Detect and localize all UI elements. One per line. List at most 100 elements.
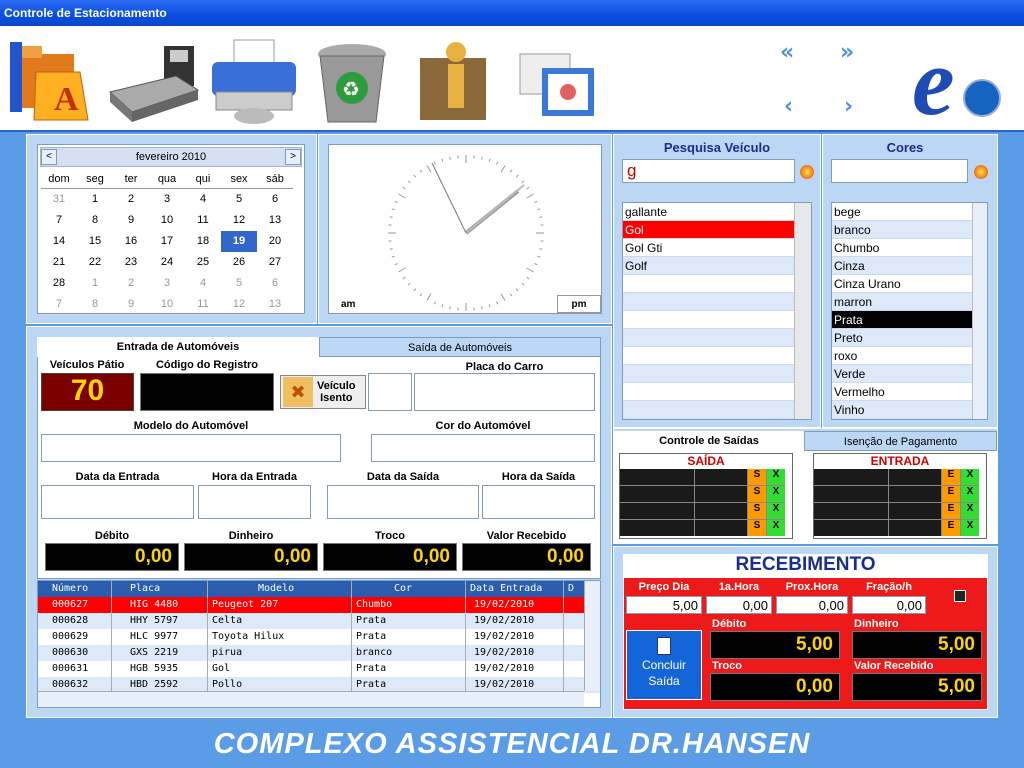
status-letter[interactable]: S xyxy=(748,520,766,536)
table-row[interactable]: 000630 GXS 2219 pirua branco 19/02/2010 xyxy=(38,645,600,661)
preco-dia-field[interactable]: 5,00 xyxy=(626,596,702,614)
colors-go-icon[interactable] xyxy=(974,165,988,179)
first-record-icon[interactable]: « xyxy=(780,42,794,64)
prox-hora-field[interactable]: 0,00 xyxy=(776,596,848,614)
calendar-day[interactable]: 15 xyxy=(77,231,113,252)
prev-record-icon[interactable]: ‹ xyxy=(784,96,793,118)
calendar-prev-button[interactable]: < xyxy=(41,149,57,165)
calendar-day[interactable]: 27 xyxy=(257,252,293,273)
list-item[interactable]: Prata xyxy=(832,311,987,329)
rec-dinheiro-field[interactable]: 5,00 xyxy=(852,631,982,659)
calendar-day[interactable]: 12 xyxy=(221,210,257,231)
list-item[interactable]: Preto xyxy=(832,329,987,347)
list-item[interactable]: Verde xyxy=(832,365,987,383)
data-saida-field[interactable] xyxy=(327,485,479,519)
list-item[interactable] xyxy=(623,275,811,293)
hora1-field[interactable]: 0,00 xyxy=(706,596,772,614)
calendar-day[interactable]: 25 xyxy=(185,252,221,273)
calendar-day[interactable]: 1 xyxy=(77,189,113,210)
calendar-day[interactable]: 24 xyxy=(149,252,185,273)
calendar-day[interactable]: 9 xyxy=(113,210,149,231)
calendar-day[interactable]: 19 xyxy=(221,231,257,252)
close-button[interactable]: X xyxy=(767,486,785,502)
list-item[interactable]: Gol Gti xyxy=(623,239,811,257)
calendar-day[interactable]: 8 xyxy=(77,210,113,231)
ie-logo-icon[interactable]: e xyxy=(906,28,1002,135)
table-row[interactable]: 000627 HIG 4480 Peugeot 207 Chumbo 19/02/201… xyxy=(38,597,600,613)
table-hscrollbar[interactable] xyxy=(38,691,584,707)
calendar-day[interactable]: 3 xyxy=(149,189,185,210)
col-d[interactable]: D xyxy=(564,581,586,597)
calendar-day[interactable]: 17 xyxy=(149,231,185,252)
tab-controle-saidas[interactable]: Controle de Saídas xyxy=(614,431,804,451)
list-item[interactable]: Vermelho xyxy=(832,383,987,401)
status-letter[interactable]: E xyxy=(942,520,960,536)
recycle-bin-icon[interactable]: ♻ xyxy=(306,32,402,128)
calendar-day[interactable]: 2 xyxy=(113,273,149,294)
hora-saida-field[interactable] xyxy=(482,485,595,519)
list-item[interactable]: roxo xyxy=(832,347,987,365)
status-letter[interactable]: E xyxy=(942,503,960,519)
codigo-registro-field[interactable] xyxy=(140,373,274,411)
calendar-day[interactable]: 13 xyxy=(257,294,293,315)
calendar-day[interactable]: 3 xyxy=(149,273,185,294)
calendar-day[interactable]: 4 xyxy=(185,189,221,210)
placa-field[interactable] xyxy=(414,373,595,411)
list-item[interactable]: branco xyxy=(832,221,987,239)
col-numero[interactable]: Número xyxy=(38,581,112,597)
list-item[interactable] xyxy=(623,365,811,383)
calendar-day[interactable]: 28 xyxy=(41,273,77,294)
next-record-icon[interactable]: › xyxy=(844,96,853,118)
calendar-day[interactable]: 2 xyxy=(113,189,149,210)
calendar-day[interactable]: 20 xyxy=(257,231,293,252)
calendar-day[interactable]: 5 xyxy=(221,189,257,210)
calendar-day[interactable]: 31 xyxy=(41,189,77,210)
calendar-day[interactable]: 7 xyxy=(41,294,77,315)
save-icon[interactable] xyxy=(954,590,966,602)
calendar-day[interactable]: 23 xyxy=(113,252,149,273)
status-letter[interactable]: E xyxy=(942,486,960,502)
calendar-day[interactable]: 5 xyxy=(221,273,257,294)
calendar-day[interactable]: 7 xyxy=(41,210,77,231)
close-button[interactable]: X xyxy=(961,520,979,536)
calendar-day[interactable]: 9 xyxy=(113,294,149,315)
print-preview-icon[interactable] xyxy=(506,32,602,128)
col-modelo[interactable]: Modelo xyxy=(208,581,352,597)
calendar-day[interactable]: 1 xyxy=(77,273,113,294)
list-item[interactable]: marron xyxy=(832,293,987,311)
modelo-field[interactable] xyxy=(41,434,341,462)
concluir-saida-button[interactable]: Concluir Saída xyxy=(626,630,702,700)
list-item[interactable]: Golf xyxy=(623,257,811,275)
calendar-day[interactable]: 22 xyxy=(77,252,113,273)
calendar-day[interactable]: 11 xyxy=(185,294,221,315)
status-letter[interactable]: S xyxy=(748,503,766,519)
tab-isencao-pagamento[interactable]: Isenção de Pagamento xyxy=(804,431,997,451)
printer-icon[interactable] xyxy=(206,32,302,128)
close-button[interactable]: X xyxy=(961,503,979,519)
dinheiro-field[interactable]: 0,00 xyxy=(184,543,318,571)
table-row[interactable]: 000631 HGB 5935 Gol Prata 19/02/2010 xyxy=(38,661,600,677)
calendar-next-button[interactable]: > xyxy=(284,149,301,165)
status-letter[interactable]: S xyxy=(748,469,766,485)
calendar-day[interactable]: 6 xyxy=(257,273,293,294)
close-button[interactable]: X xyxy=(767,503,785,519)
calendar-day[interactable]: 10 xyxy=(149,210,185,231)
calendar-day[interactable]: 12 xyxy=(221,294,257,315)
close-button[interactable]: X xyxy=(767,520,785,536)
calendar-day[interactable]: 26 xyxy=(221,252,257,273)
search-list-scrollbar[interactable] xyxy=(794,203,811,419)
close-button[interactable]: X xyxy=(961,486,979,502)
list-item[interactable]: Cinza xyxy=(832,257,987,275)
scanner-icon[interactable] xyxy=(106,32,202,128)
table-row[interactable]: 000628 HHY 5797 Celta Prata 19/02/2010 xyxy=(38,613,600,629)
calendar-day[interactable]: 18 xyxy=(185,231,221,252)
tab-saida[interactable]: Saída de Automóveis xyxy=(319,337,601,357)
calendar-day[interactable]: 13 xyxy=(257,210,293,231)
list-item[interactable] xyxy=(623,401,811,419)
data-entrada-field[interactable] xyxy=(41,485,194,519)
calendar-day[interactable]: 11 xyxy=(185,210,221,231)
search-go-icon[interactable] xyxy=(800,165,814,179)
close-button[interactable]: X xyxy=(767,469,785,485)
search-input[interactable]: g xyxy=(622,159,795,183)
calendar-day[interactable]: 14 xyxy=(41,231,77,252)
